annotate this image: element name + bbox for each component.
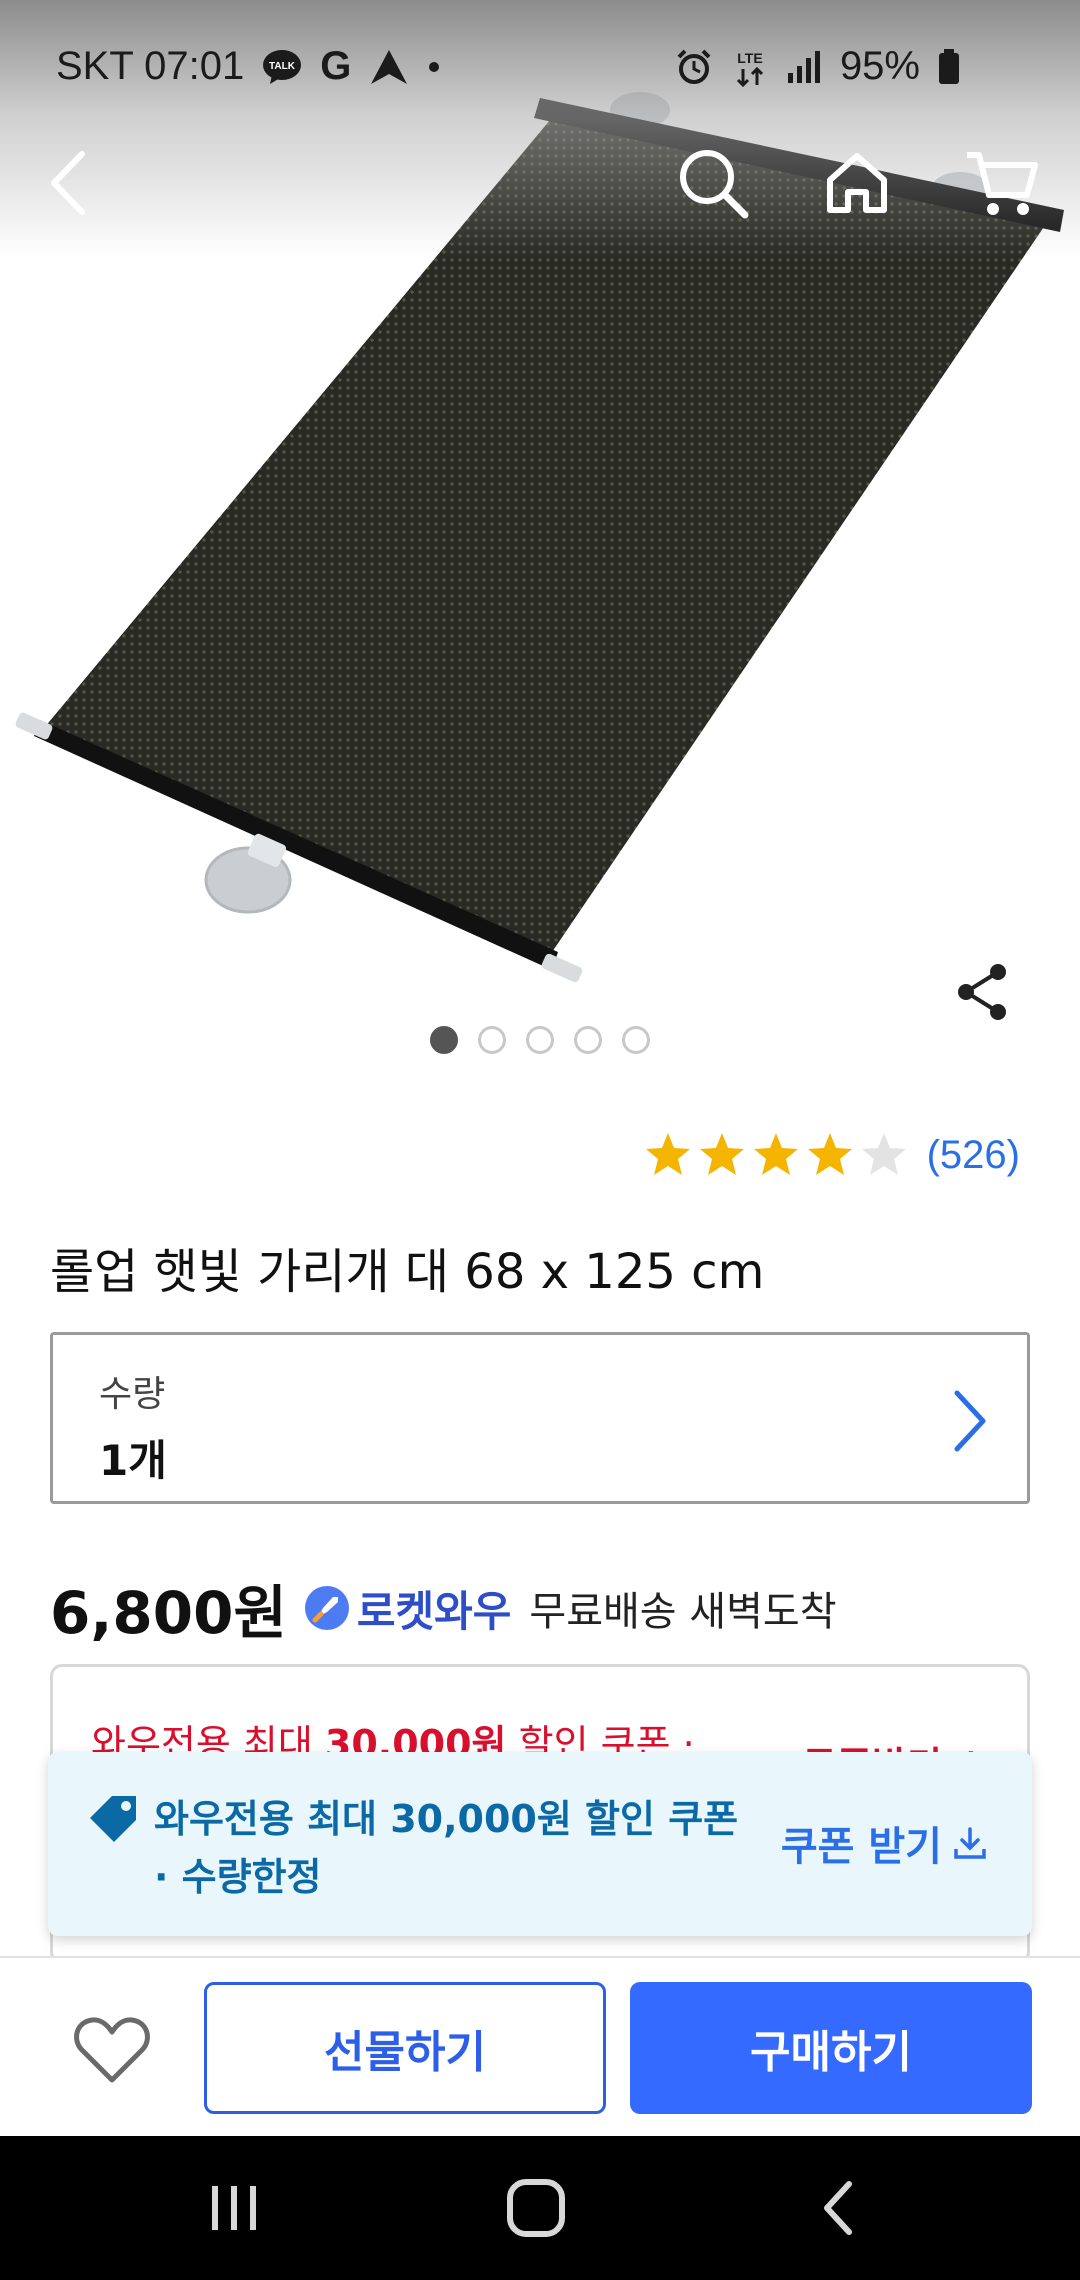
more-notifications-dot-icon [427, 60, 441, 74]
quantity-label: 수량 [99, 1374, 166, 1415]
floating-coupon-banner[interactable]: 와우전용 최대 30,000원 할인 쿠폰 · 수량한정 쿠폰 받기 [48, 1752, 1032, 1936]
signal-icon [786, 49, 822, 85]
recent-apps-button[interactable] [194, 2172, 274, 2244]
cart-icon [967, 152, 1038, 215]
carrier-time: SKT 07:01 [56, 44, 245, 88]
back-system-button[interactable] [800, 2172, 880, 2244]
carousel-dot[interactable] [622, 1026, 650, 1054]
buy-button[interactable]: 구매하기 [630, 1982, 1032, 2114]
lte-icon: LTE [732, 47, 768, 87]
heart-icon [74, 2017, 150, 2083]
carousel-dot[interactable] [478, 1026, 506, 1054]
status-bar: SKT 07:01 TALK G LTE 95% [0, 0, 1080, 140]
lte-label: LTE [737, 50, 762, 66]
back-system-icon [824, 2181, 852, 2235]
cart-button[interactable] [956, 138, 1046, 228]
star-empty-icon [861, 1133, 906, 1175]
quantity-selector[interactable]: 수량 1개 [50, 1332, 1030, 1504]
system-navigation-bar [0, 2136, 1080, 2280]
status-left: SKT 07:01 TALK G [56, 44, 441, 89]
google-icon: G [320, 44, 352, 88]
home-system-icon [507, 2179, 565, 2237]
star-filled-icon [753, 1133, 798, 1175]
share-button[interactable] [950, 960, 1014, 1024]
carousel-indicator [0, 1026, 1080, 1054]
review-count[interactable]: (526) [927, 1133, 1020, 1178]
product-title: 롤업 햇빛 가리개 대 68 x 125 cm [50, 1244, 765, 1300]
back-button[interactable] [24, 138, 114, 228]
product-image-carousel[interactable] [0, 0, 1080, 1080]
home-system-button[interactable] [496, 2172, 576, 2244]
floating-coupon-text: 와우전용 최대 30,000원 할인 쿠폰 · 수량한정 [154, 1790, 794, 1906]
alarm-icon [674, 47, 714, 87]
rating[interactable]: (526) [643, 1130, 1020, 1180]
search-button[interactable] [668, 138, 758, 228]
delivery-info: 무료배송 새벽도착 [529, 1589, 837, 1635]
floating-coupon-line1: 와우전용 최대 30,000원 할인 쿠폰 [154, 1797, 739, 1841]
star-filled-icon [699, 1133, 744, 1175]
quantity-value: 1개 [99, 1436, 167, 1485]
share-icon [958, 964, 1006, 1020]
floating-coupon-line2: · 수량한정 [154, 1855, 322, 1899]
status-right: LTE 95% [674, 44, 960, 89]
home-button[interactable] [812, 138, 902, 228]
carousel-dot[interactable] [526, 1026, 554, 1054]
tag-icon [90, 1796, 136, 1842]
gift-button[interactable]: 선물하기 [204, 1982, 606, 2114]
price-row: 6,800원 로켓와우 무료배송 새벽도착 [50, 1566, 837, 1650]
search-icon [680, 150, 749, 219]
talk-badge-text: TALK [269, 61, 296, 72]
kakaotalk-icon: TALK [262, 49, 302, 85]
rating-stars [643, 1130, 909, 1180]
battery-percent: 95% [839, 44, 920, 88]
home-icon [827, 153, 887, 213]
recent-apps-icon [212, 2186, 256, 2230]
battery-icon [938, 48, 960, 85]
chevron-right-icon [954, 1390, 986, 1452]
carousel-dot[interactable] [574, 1026, 602, 1054]
price: 6,800원 [50, 1579, 287, 1647]
star-filled-icon [807, 1133, 852, 1175]
wishlist-button[interactable] [72, 2014, 152, 2086]
get-coupon-label: 쿠폰 받기 [780, 1824, 942, 1870]
carousel-dot[interactable] [430, 1026, 458, 1054]
navigation-app-icon [369, 48, 409, 86]
rocket-wow-label: 로켓와우 [356, 1586, 512, 1636]
rocket-wow-badge: 로켓와우 [303, 1578, 512, 1639]
rocket-icon [304, 1586, 349, 1630]
product-page: SKT 07:01 TALK G LTE 95% (526) 롤업 햇빛 가리개… [0, 0, 1080, 2280]
download-icon [954, 1827, 986, 1859]
star-filled-icon [645, 1133, 690, 1175]
back-icon [51, 151, 85, 215]
get-coupon-button[interactable]: 쿠폰 받기 [781, 1814, 988, 1872]
purchase-bar: 선물하기 구매하기 [0, 1956, 1080, 2138]
